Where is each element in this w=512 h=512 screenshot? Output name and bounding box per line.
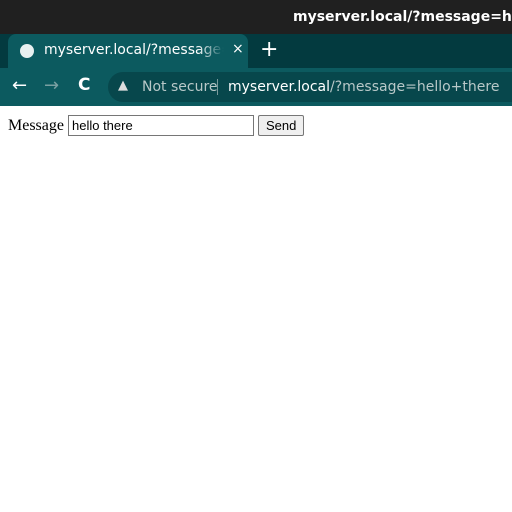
warning-icon[interactable]: ▲ bbox=[118, 78, 128, 93]
divider bbox=[217, 79, 218, 95]
security-status[interactable]: Not secure bbox=[142, 79, 218, 95]
close-tab-button[interactable]: × bbox=[232, 41, 244, 57]
url-text[interactable]: myserver.local/?message=hello+there bbox=[228, 79, 499, 95]
window-titlebar: myserver.local/?message=hello+there bbox=[0, 0, 512, 34]
forward-button[interactable]: → bbox=[44, 75, 59, 96]
tab-strip: myserver.local/?message=hello+there × + bbox=[0, 34, 512, 68]
tab-title: myserver.local/?message=hello+there bbox=[44, 42, 224, 58]
url-host: myserver.local bbox=[228, 79, 331, 95]
new-tab-button[interactable]: + bbox=[260, 37, 278, 62]
page-content: Message Send bbox=[0, 106, 512, 145]
browser-tab[interactable]: myserver.local/?message=hello+there × bbox=[8, 34, 248, 68]
message-input[interactable] bbox=[67, 115, 254, 136]
send-button[interactable]: Send bbox=[257, 115, 305, 136]
reload-button[interactable]: C bbox=[78, 75, 90, 95]
browser-toolbar: ← → C ▲ Not secure myserver.local/?messa… bbox=[0, 68, 512, 106]
address-bar[interactable]: ▲ Not secure myserver.local/?message=hel… bbox=[108, 72, 512, 102]
url-path: /?message=hello+there bbox=[330, 79, 500, 95]
globe-icon bbox=[20, 44, 34, 58]
message-label: Message bbox=[8, 116, 64, 134]
window-title: myserver.local/?message=hello+there bbox=[293, 9, 512, 25]
back-button[interactable]: ← bbox=[12, 75, 27, 96]
